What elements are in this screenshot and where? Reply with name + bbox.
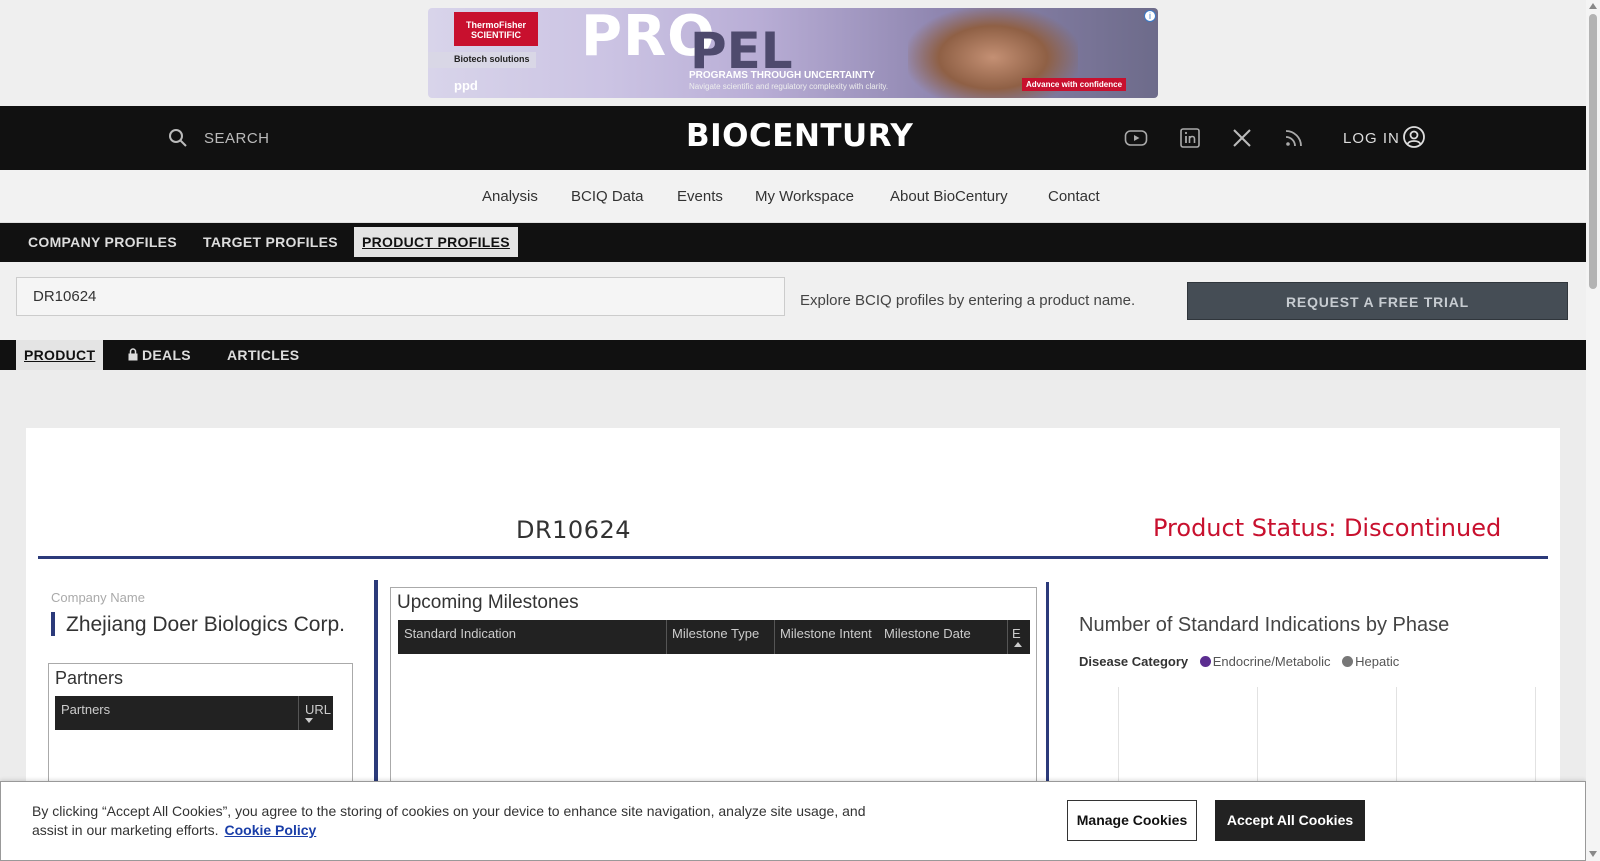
linkedin-icon[interactable] (1178, 126, 1202, 150)
nav-events[interactable]: Events (677, 188, 723, 205)
partners-title: Partners (55, 668, 124, 688)
column-divider (666, 620, 667, 654)
search-icon[interactable] (168, 128, 188, 148)
column-divider (774, 620, 775, 654)
product-status: Product Status: Discontinued (1153, 514, 1502, 542)
cookie-message: By clicking “Accept All Cookies”, you ag… (32, 802, 892, 840)
scroll-down-icon[interactable] (1589, 851, 1597, 857)
user-icon[interactable] (1402, 125, 1426, 149)
tab-product[interactable]: PRODUCT (16, 340, 104, 370)
header-divider (38, 556, 1548, 559)
sort-up-icon[interactable] (1014, 642, 1022, 647)
product-search-input[interactable] (16, 277, 785, 316)
nav-analysis[interactable]: Analysis (482, 188, 538, 205)
page-scrollbar[interactable] (1586, 0, 1600, 861)
company-name[interactable]: Zhejiang Doer Biologics Corp. (66, 613, 345, 637)
company-label: Company Name (51, 590, 145, 605)
partners-table-header: Partners URL (55, 696, 333, 730)
milestones-title: Upcoming Milestones (397, 592, 579, 613)
profiles-bar: COMPANY PROFILES TARGET PROFILES PRODUCT… (0, 223, 1586, 262)
column-divider (298, 696, 299, 730)
accept-cookies-button[interactable]: Accept All Cookies (1215, 800, 1365, 841)
company-accent-bar (51, 612, 55, 636)
product-tabs: PRODUCT DEALS ARTICLES (0, 340, 1586, 370)
ad-banner[interactable]: ThermoFisher SCIENTIFIC Biotech solution… (428, 8, 1158, 98)
site-logo[interactable]: BIOCENTURY (686, 118, 913, 154)
nav-bciq-data[interactable]: BCIQ Data (571, 188, 644, 205)
lock-icon (128, 348, 138, 361)
ad-brand-logo: ThermoFisher SCIENTIFIC (454, 12, 538, 46)
cookie-text: By clicking “Accept All Cookies”, you ag… (32, 803, 866, 838)
column-e[interactable]: E (1012, 626, 1021, 641)
column-divider (1007, 620, 1008, 654)
search-row: Explore BCIQ profiles by entering a prod… (0, 262, 1586, 340)
column-milestone-type[interactable]: Milestone Type (672, 626, 759, 641)
tab-deals-label: DEALS (142, 347, 191, 363)
search-label[interactable]: SEARCH (204, 130, 270, 147)
nav-contact[interactable]: Contact (1048, 188, 1100, 205)
request-trial-button[interactable]: REQUEST A FREE TRIAL (1187, 282, 1568, 320)
cookie-policy-link[interactable]: Cookie Policy (224, 822, 316, 838)
cookie-banner: By clicking “Accept All Cookies”, you ag… (0, 781, 1586, 861)
search-hint: Explore BCIQ profiles by entering a prod… (800, 292, 1136, 309)
legend-swatch-endocrine (1199, 656, 1211, 667)
tab-company-profiles[interactable]: COMPANY PROFILES (28, 234, 177, 250)
column-partners[interactable]: Partners (61, 702, 110, 717)
ad-sub-brand: ppd (454, 78, 478, 93)
ad-band: ThermoFisher SCIENTIFIC Biotech solution… (0, 0, 1586, 106)
ad-line2: Navigate scientific and regulatory compl… (689, 82, 889, 91)
scroll-thumb[interactable] (1589, 14, 1597, 289)
site-header: SEARCH BIOCENTURY LOG IN (0, 106, 1586, 170)
tab-articles[interactable]: ARTICLES (227, 347, 299, 363)
product-name: DR10624 (516, 516, 632, 544)
legend-endocrine[interactable]: Endocrine/Metabolic (1213, 654, 1331, 669)
ad-line1: PROGRAMS THROUGH UNCERTAINTY (689, 70, 875, 81)
main-nav: Analysis BCIQ Data Events My Workspace A… (0, 170, 1586, 223)
legend-hepatic[interactable]: Hepatic (1355, 654, 1399, 669)
nav-my-workspace[interactable]: My Workspace (755, 188, 854, 205)
youtube-icon[interactable] (1124, 126, 1148, 150)
info-icon[interactable]: i (1144, 10, 1156, 22)
tab-target-profiles[interactable]: TARGET PROFILES (203, 234, 338, 250)
milestones-table-header: Standard Indication Milestone Type Miles… (398, 620, 1030, 654)
column-url[interactable]: URL (305, 702, 331, 717)
tab-deals[interactable]: DEALS (128, 347, 191, 363)
legend-swatch-hepatic (1342, 656, 1354, 667)
x-icon[interactable] (1230, 126, 1254, 150)
indications-chart-title: Number of Standard Indications by Phase (1079, 614, 1450, 636)
tab-product-profiles[interactable]: PRODUCT PROFILES (354, 227, 518, 257)
legend-label: Disease Category (1079, 654, 1189, 669)
sort-down-icon[interactable] (305, 718, 313, 723)
ad-cta[interactable]: Advance with confidence (1022, 78, 1127, 91)
login-link[interactable]: LOG IN (1343, 130, 1400, 147)
nav-about[interactable]: About BioCentury (890, 188, 1008, 205)
rss-icon[interactable] (1282, 126, 1306, 150)
column-standard-indication[interactable]: Standard Indication (404, 626, 516, 641)
column-milestone-intent[interactable]: Milestone Intent (780, 626, 872, 641)
indications-legend: Disease Category Endocrine/Metabolic Hep… (1079, 654, 1399, 669)
manage-cookies-button[interactable]: Manage Cookies (1067, 800, 1197, 841)
column-milestone-date[interactable]: Milestone Date (884, 626, 971, 641)
ad-tag: Biotech solutions (428, 52, 536, 68)
scroll-up-icon[interactable] (1589, 3, 1597, 9)
